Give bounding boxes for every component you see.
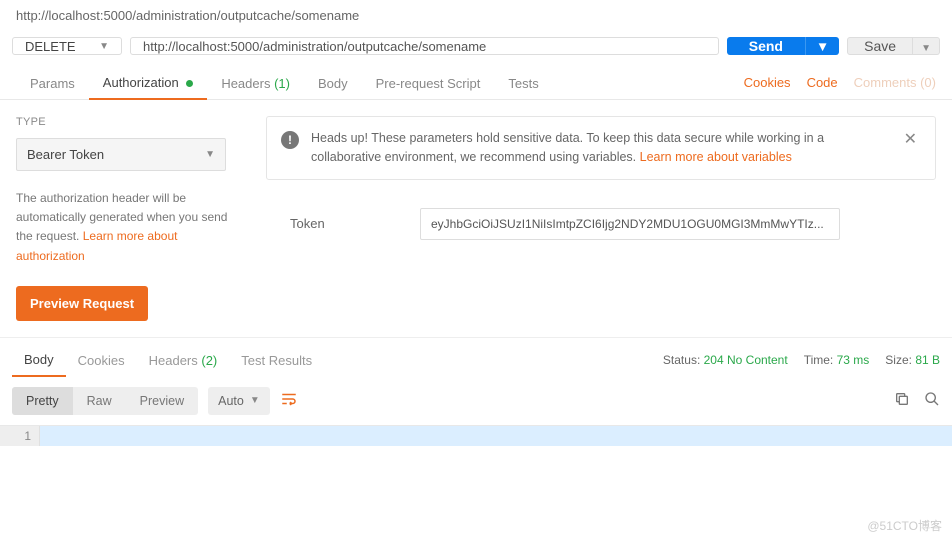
auth-type-select[interactable]: Bearer Token ▼ bbox=[16, 138, 226, 171]
request-tabs: Params Authorization Headers (1) Body Pr… bbox=[0, 65, 952, 100]
save-dropdown-button[interactable]: ▼ bbox=[913, 37, 940, 55]
url-input[interactable] bbox=[130, 37, 719, 55]
view-raw[interactable]: Raw bbox=[73, 387, 126, 415]
tab-headers[interactable]: Headers (1) bbox=[207, 66, 304, 99]
banner-text: Heads up! These parameters hold sensitiv… bbox=[311, 129, 888, 167]
response-tabs: Body Cookies Headers (2) Test Results St… bbox=[0, 337, 952, 377]
chevron-down-icon: ▼ bbox=[921, 43, 931, 54]
link-code[interactable]: Code bbox=[807, 75, 838, 90]
time-label: Time: bbox=[804, 353, 834, 367]
rtab-label: Headers bbox=[149, 353, 198, 368]
rtab-headers-count: (2) bbox=[201, 353, 217, 368]
link-comments[interactable]: Comments (0) bbox=[854, 75, 936, 90]
status-value: 204 No Content bbox=[704, 353, 788, 367]
size-value: 81 B bbox=[915, 353, 940, 367]
response-editor: 1 bbox=[0, 425, 952, 446]
format-select[interactable]: Auto ▼ bbox=[208, 387, 270, 415]
tab-authorization[interactable]: Authorization bbox=[89, 65, 208, 100]
rtab-body[interactable]: Body bbox=[12, 344, 66, 377]
wrap-line-icon[interactable] bbox=[280, 390, 298, 411]
tab-params[interactable]: Params bbox=[16, 66, 89, 99]
watermark: @51CTO博客 bbox=[867, 517, 942, 534]
token-row: Token bbox=[266, 208, 936, 240]
preview-request-button[interactable]: Preview Request bbox=[16, 286, 148, 321]
active-dot-icon bbox=[186, 80, 193, 87]
auth-left: TYPE Bearer Token ▼ The authorization he… bbox=[16, 116, 246, 321]
chevron-down-icon: ▼ bbox=[816, 39, 829, 54]
rtab-cookies[interactable]: Cookies bbox=[66, 345, 137, 376]
save-button[interactable]: Save bbox=[847, 37, 913, 55]
auth-type-value: Bearer Token bbox=[27, 147, 104, 162]
method-value: DELETE bbox=[25, 39, 76, 54]
editor-body[interactable] bbox=[40, 426, 952, 446]
view-pretty[interactable]: Pretty bbox=[12, 387, 73, 415]
chevron-down-icon: ▼ bbox=[250, 395, 260, 406]
type-label: TYPE bbox=[16, 116, 246, 128]
tab-label: Authorization bbox=[103, 75, 179, 90]
send-button[interactable]: Send bbox=[727, 37, 805, 55]
send-dropdown-button[interactable]: ▼ bbox=[805, 37, 839, 55]
breadcrumb: http://localhost:5000/administration/out… bbox=[0, 0, 952, 33]
view-preview[interactable]: Preview bbox=[126, 387, 198, 415]
auth-right: ! Heads up! These parameters hold sensit… bbox=[266, 116, 936, 321]
chevron-down-icon: ▼ bbox=[99, 41, 109, 52]
info-icon: ! bbox=[281, 131, 299, 149]
token-label: Token bbox=[290, 216, 380, 231]
format-value: Auto bbox=[218, 394, 244, 408]
rtab-headers[interactable]: Headers (2) bbox=[137, 345, 230, 376]
info-banner: ! Heads up! These parameters hold sensit… bbox=[266, 116, 936, 180]
method-select[interactable]: DELETE ▼ bbox=[12, 37, 122, 55]
auth-note: The authorization header will be automat… bbox=[16, 189, 246, 266]
line-gutter: 1 bbox=[0, 426, 40, 446]
request-row: DELETE ▼ Send ▼ Save ▼ bbox=[0, 33, 952, 65]
close-icon[interactable]: ✕ bbox=[900, 129, 921, 149]
copy-icon[interactable] bbox=[894, 391, 910, 410]
auth-panel: TYPE Bearer Token ▼ The authorization he… bbox=[0, 100, 952, 337]
token-input[interactable] bbox=[420, 208, 840, 240]
link-cookies[interactable]: Cookies bbox=[744, 75, 791, 90]
chevron-down-icon: ▼ bbox=[205, 149, 215, 160]
time-value: 73 ms bbox=[837, 353, 870, 367]
headers-count: (1) bbox=[274, 76, 290, 91]
rtab-testresults[interactable]: Test Results bbox=[229, 345, 324, 376]
tab-tests[interactable]: Tests bbox=[494, 66, 552, 99]
view-mode-segment: Pretty Raw Preview bbox=[12, 387, 198, 415]
status-label: Status: bbox=[663, 353, 700, 367]
tab-label: Headers bbox=[221, 76, 270, 91]
search-icon[interactable] bbox=[924, 391, 940, 410]
tab-prerequest[interactable]: Pre-request Script bbox=[362, 66, 495, 99]
response-meta: Status: 204 No Content Time: 73 ms Size:… bbox=[663, 353, 940, 367]
banner-learn-more-link[interactable]: Learn more about variables bbox=[640, 150, 792, 164]
tab-body[interactable]: Body bbox=[304, 66, 362, 99]
response-toolbar: Pretty Raw Preview Auto ▼ bbox=[0, 377, 952, 425]
size-label: Size: bbox=[885, 353, 912, 367]
